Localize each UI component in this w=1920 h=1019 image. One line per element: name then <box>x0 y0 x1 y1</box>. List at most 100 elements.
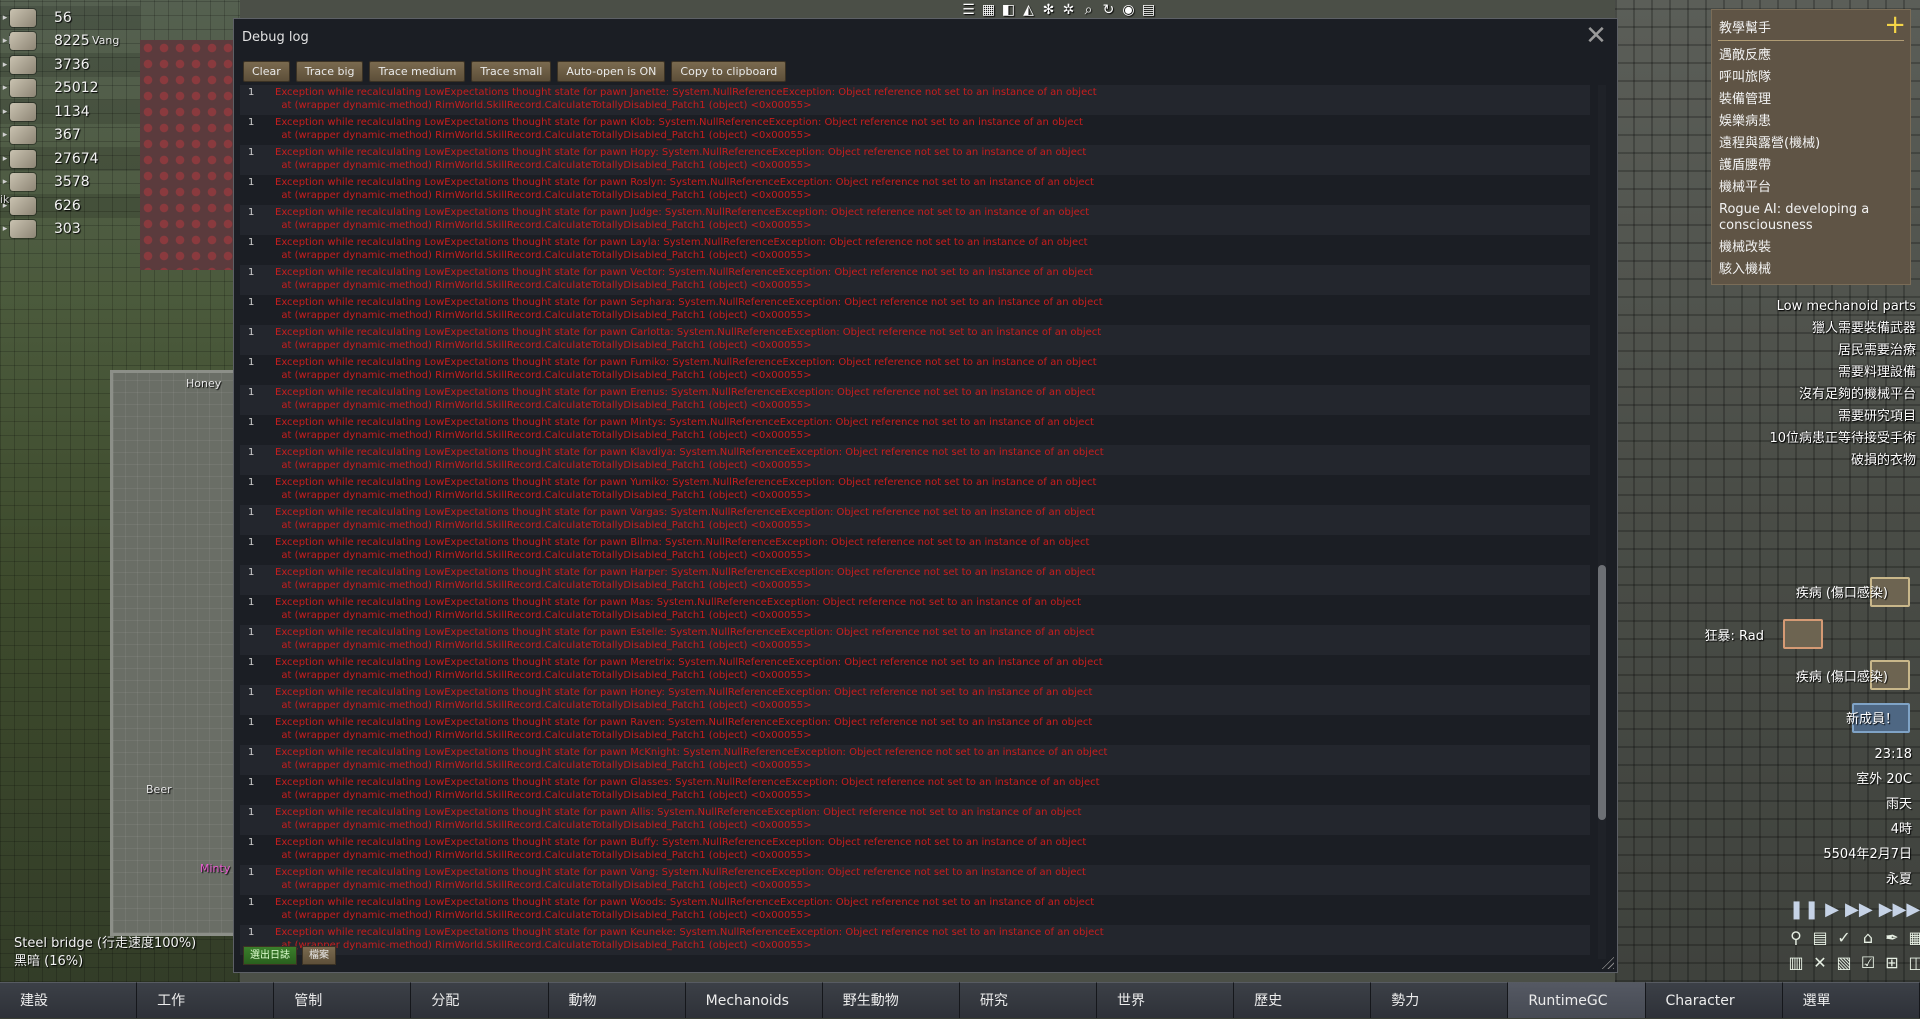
snow-icon[interactable]: ✻ <box>1040 2 1057 19</box>
log-entry[interactable]: 1 Exception while recalculating LowExpect… <box>240 685 1590 715</box>
pawn-label-honey[interactable]: Honey <box>186 377 221 390</box>
alert-item[interactable]: 破損的衣物 <box>1716 450 1916 472</box>
letter-new-member[interactable]: 新成員！ <box>1846 708 1898 727</box>
alert-item[interactable]: 沒有足夠的機械平台 <box>1716 384 1916 406</box>
alert-item[interactable]: 居民需要治療 <box>1716 340 1916 362</box>
speech-icon[interactable]: ◉ <box>1120 2 1137 19</box>
log-entry[interactable]: 1 Exception while recalculating LowExpect… <box>240 475 1590 505</box>
play-icon[interactable]: ▶ <box>1825 900 1839 920</box>
copy-to-clipboard-button[interactable]: Copy to clipboard <box>671 61 787 82</box>
map-rooms[interactable] <box>110 370 241 936</box>
log-entry[interactable]: 1 Exception while recalculating LowExpect… <box>240 445 1590 475</box>
log-entry[interactable]: 1 Exception while recalculating LowExpect… <box>240 835 1590 865</box>
letter-disease-2[interactable]: 疾病 (傷口感染) <box>1796 666 1888 685</box>
pawn-label-minty[interactable]: Minty <box>200 862 230 875</box>
files-button[interactable]: 檔案 <box>302 946 336 965</box>
list-icon[interactable]: ☰ <box>960 2 977 19</box>
learning-helper-item[interactable]: 駭入機械 <box>1719 259 1907 281</box>
tab-10[interactable]: 勢力 <box>1371 982 1509 1018</box>
item-label-beer[interactable]: Beer <box>146 783 172 796</box>
tab-8[interactable]: 世界 <box>1097 982 1235 1018</box>
log-entry[interactable]: 1 Exception while recalculating LowExpect… <box>240 415 1590 445</box>
resource-row[interactable]: ▸ 367 <box>0 124 140 148</box>
resource-row[interactable]: ▸ 25012 <box>0 77 140 101</box>
resource-row[interactable]: ▸ 1134 <box>0 100 140 124</box>
letter-icon[interactable] <box>1783 619 1823 649</box>
expand-arrow-icon[interactable]: ▸ <box>0 130 10 140</box>
refresh-icon[interactable]: ↻ <box>1100 2 1117 19</box>
expand-arrow-icon[interactable]: ▸ <box>0 154 10 164</box>
learning-helper-item[interactable]: 娛樂病患 <box>1719 111 1907 133</box>
scrollbar-thumb[interactable] <box>1598 565 1606 820</box>
tab-11[interactable]: RuntimeGC <box>1508 982 1646 1018</box>
resource-row[interactable]: ▸ 3736 <box>0 53 140 77</box>
pause-icon[interactable]: ❚❚ <box>1789 900 1819 920</box>
superfast-icon[interactable]: ▶▶▶ <box>1879 900 1920 920</box>
list-icon[interactable]: ▤ <box>1809 927 1831 949</box>
expand-arrow-icon[interactable]: ▸ <box>0 107 10 117</box>
letter-berserk[interactable]: 狂暴: Rad <box>1705 625 1764 644</box>
grid-icon[interactable]: ▦ <box>1905 927 1920 949</box>
tab-12[interactable]: Character <box>1645 982 1783 1018</box>
gear-icon[interactable]: ✲ <box>1060 2 1077 19</box>
expand-arrow-icon[interactable]: ▸ <box>0 201 10 211</box>
resource-row[interactable]: ▸ 303 <box>0 218 140 242</box>
tab-7[interactable]: 研究 <box>959 982 1097 1018</box>
tab-4[interactable]: 動物 <box>548 982 686 1018</box>
expand-arrow-icon[interactable]: ▸ <box>0 60 10 70</box>
map-icon[interactable]: ◫ <box>1905 952 1920 974</box>
trace-small-button[interactable]: Trace small <box>471 61 552 82</box>
debug-menu-icon[interactable]: ▤ <box>1140 2 1157 19</box>
expand-arrow-icon[interactable]: ▸ <box>0 13 10 23</box>
log-entry[interactable]: 1 Exception while recalculating LowExpect… <box>240 295 1590 325</box>
trace-big-button[interactable]: Trace big <box>295 61 364 82</box>
log-entry[interactable]: 1 Exception while recalculating LowExpect… <box>240 145 1590 175</box>
log-entry[interactable]: 1 Exception while recalculating LowExpect… <box>240 535 1590 565</box>
log-entry[interactable]: 1 Exception while recalculating LowExpect… <box>240 355 1590 385</box>
expand-arrow-icon[interactable]: ▸ <box>0 224 10 234</box>
tab-0[interactable]: 建設 <box>0 982 138 1018</box>
learning-helper-item[interactable]: 護盾腰帶 <box>1719 155 1907 177</box>
log-entry[interactable]: 1 Exception while recalculating LowExpect… <box>240 895 1590 925</box>
fast-forward-icon[interactable]: ▶▶ <box>1845 900 1873 920</box>
log-entry[interactable]: 1 Exception while recalculating LowExpect… <box>240 865 1590 895</box>
tab-1[interactable]: 工作 <box>137 982 275 1018</box>
home-icon[interactable]: ⌂ <box>1857 927 1879 949</box>
export-log-button[interactable]: 選出日誌 <box>243 946 297 965</box>
log-entry[interactable]: 1 Exception while recalculating LowExpect… <box>240 745 1590 775</box>
log-entry[interactable]: 1 Exception while recalculating LowExpect… <box>240 505 1590 535</box>
log-list[interactable]: 1 Exception while recalculating LowExpect… <box>240 85 1590 959</box>
log-entry[interactable]: 1 Exception while recalculating LowExpect… <box>240 775 1590 805</box>
expand-arrow-icon[interactable]: ▸ <box>0 177 10 187</box>
log-entry[interactable]: 1 Exception while recalculating LowExpect… <box>240 235 1590 265</box>
ping-icon[interactable]: ✕ <box>1809 952 1831 974</box>
tab-6[interactable]: 野生動物 <box>822 982 960 1018</box>
log-entry[interactable]: 1 Exception while recalculating LowExpect… <box>240 115 1590 145</box>
layers-icon[interactable]: ◧ <box>1000 2 1017 19</box>
tab-5[interactable]: Mechanoids <box>685 982 823 1018</box>
alert-item[interactable]: 10位病患正等待接受手術 <box>1716 428 1916 450</box>
log-entry[interactable]: 1 Exception while recalculating LowExpect… <box>240 175 1590 205</box>
search-icon[interactable]: ⌕ <box>1080 2 1097 19</box>
log-entry[interactable]: 1 Exception while recalculating LowExpect… <box>240 205 1590 235</box>
expand-arrow-icon[interactable]: ▸ <box>0 83 10 93</box>
log-entry[interactable]: 1 Exception while recalculating LowExpect… <box>240 385 1590 415</box>
log-entry[interactable]: 1 Exception while recalculating LowExpect… <box>240 595 1590 625</box>
table-icon[interactable]: ▦ <box>980 2 997 19</box>
log-entry[interactable]: 1 Exception while recalculating LowExpect… <box>240 715 1590 745</box>
tab-2[interactable]: 管制 <box>274 982 412 1018</box>
log-entry[interactable]: 1 Exception while recalculating LowExpect… <box>240 265 1590 295</box>
chart-icon[interactable]: ▥ <box>1785 952 1807 974</box>
log-entry[interactable]: 1 Exception while recalculating LowExpect… <box>240 925 1590 955</box>
close-icon[interactable]: ✕ <box>1583 23 1609 49</box>
weapon-icon[interactable]: ✒ <box>1881 927 1903 949</box>
resource-row[interactable]: ▸ 56 <box>0 6 140 30</box>
scrollbar[interactable] <box>1598 85 1606 959</box>
grid-icon[interactable]: ⊞ <box>1881 952 1903 974</box>
area-icon[interactable]: ▧ <box>1833 952 1855 974</box>
learning-helper-item[interactable]: 機械平台 <box>1719 177 1907 199</box>
log-entry[interactable]: 1 Exception while recalculating LowExpect… <box>240 85 1590 115</box>
learning-helper-item[interactable]: Rogue AI: developing a consciousness <box>1719 199 1907 237</box>
log-entry[interactable]: 1 Exception while recalculating LowExpect… <box>240 625 1590 655</box>
tab-3[interactable]: 分配 <box>411 982 549 1018</box>
